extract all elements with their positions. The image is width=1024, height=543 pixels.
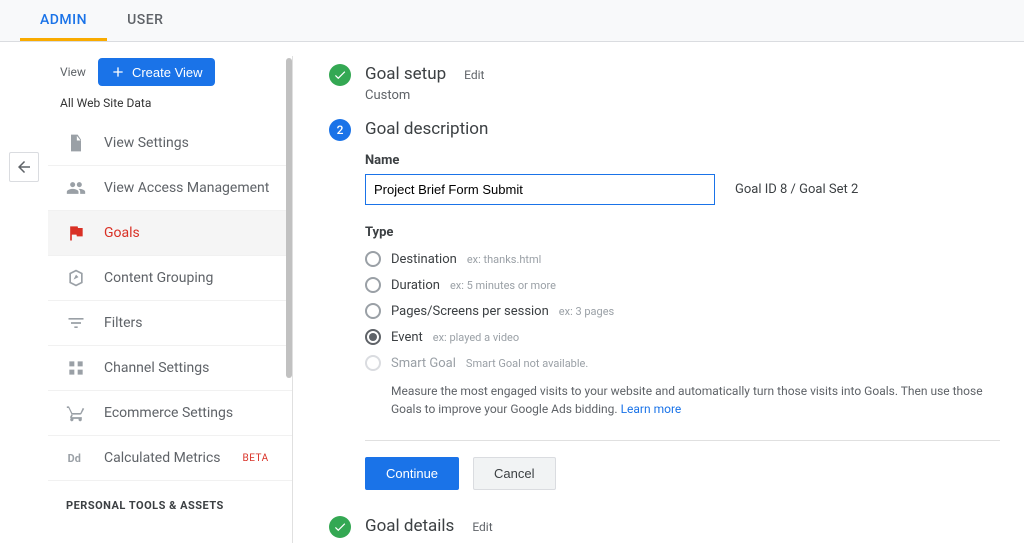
beta-badge: BETA (243, 453, 269, 464)
sidebar-item-goals[interactable]: Goals (48, 211, 292, 256)
step-current-badge: 2 (329, 119, 351, 141)
flag-icon (66, 223, 86, 243)
sidebar-section-header: PERSONAL TOOLS & ASSETS (48, 481, 292, 518)
continue-button[interactable]: Continue (365, 457, 459, 490)
check-icon (333, 68, 347, 82)
radio-label: Duration (391, 278, 440, 293)
sidebar-item-label: View Access Management (104, 180, 269, 196)
sidebar-item-label: Goals (104, 225, 140, 241)
file-icon (66, 133, 86, 153)
tab-user[interactable]: USER (107, 0, 183, 41)
radio-label: Pages/Screens per session (391, 304, 549, 319)
sidebar-item-label: Calculated Metrics (104, 450, 221, 466)
radio-example: ex: played a video (433, 331, 519, 344)
learn-more-link[interactable]: Learn more (621, 402, 682, 416)
radio-destination[interactable]: Destination ex: thanks.html (365, 246, 1000, 272)
radio-example: ex: 3 pages (559, 305, 614, 318)
svg-text:Dd: Dd (68, 452, 81, 465)
radio-icon (365, 277, 381, 293)
step-details-title: Goal details (365, 516, 454, 536)
goal-id-text: Goal ID 8 / Goal Set 2 (735, 182, 858, 197)
goal-name-input[interactable] (365, 174, 715, 205)
cart-icon (66, 403, 86, 423)
separator (365, 440, 1000, 441)
people-icon (66, 178, 86, 198)
radio-icon-disabled (365, 355, 381, 371)
sidebar-scrollbar[interactable] (286, 58, 292, 378)
tab-admin[interactable]: ADMIN (20, 0, 107, 41)
sidebar-item-calculated-metrics[interactable]: Dd Calculated Metrics BETA (48, 436, 292, 481)
cancel-button[interactable]: Cancel (473, 457, 555, 490)
view-label: View (60, 65, 86, 79)
type-field-label: Type (365, 225, 1000, 240)
sidebar-item-content-grouping[interactable]: Content Grouping (48, 256, 292, 301)
check-icon (333, 520, 347, 534)
sidebar-item-view-settings[interactable]: View Settings (48, 121, 292, 166)
radio-event[interactable]: Event ex: played a video (365, 324, 1000, 350)
radio-icon (365, 251, 381, 267)
radio-example: Smart Goal not available. (466, 357, 588, 370)
sidebar-item-filters[interactable]: Filters (48, 301, 292, 346)
sidebar-item-ecommerce[interactable]: Ecommerce Settings (48, 391, 292, 436)
step-setup-title: Goal setup (365, 64, 446, 84)
sidebar-item-channel-settings[interactable]: Channel Settings (48, 346, 292, 391)
step-setup-subtitle: Custom (365, 88, 1000, 103)
step-done-badge (329, 516, 351, 538)
step-setup-edit[interactable]: Edit (464, 68, 484, 82)
radio-label: Smart Goal (391, 356, 456, 371)
plus-icon (110, 64, 126, 80)
radio-smart-goal: Smart Goal Smart Goal not available. (365, 350, 1000, 376)
sidebar-item-label: Ecommerce Settings (104, 405, 233, 421)
create-view-label: Create View (132, 65, 203, 80)
arrow-left-icon (15, 158, 33, 176)
radio-icon-selected (365, 329, 381, 345)
radio-example: ex: 5 minutes or more (450, 279, 556, 292)
radio-pages[interactable]: Pages/Screens per session ex: 3 pages (365, 298, 1000, 324)
back-arrow-button[interactable] (9, 152, 39, 182)
channel-icon (66, 358, 86, 378)
create-view-button[interactable]: Create View (98, 58, 215, 86)
radio-example: ex: thanks.html (467, 253, 542, 266)
radio-label: Event (391, 330, 423, 345)
dd-icon: Dd (66, 448, 86, 468)
sidebar-item-label: Content Grouping (104, 270, 213, 286)
step-desc-title: Goal description (365, 119, 488, 139)
step-details-edit[interactable]: Edit (472, 520, 492, 534)
name-field-label: Name (365, 153, 1000, 168)
sidebar-item-view-access[interactable]: View Access Management (48, 166, 292, 211)
filter-icon (66, 313, 86, 333)
radio-duration[interactable]: Duration ex: 5 minutes or more (365, 272, 1000, 298)
sidebar-item-label: Filters (104, 315, 143, 331)
sidebar-item-label: Channel Settings (104, 360, 209, 376)
current-view-name[interactable]: All Web Site Data (48, 96, 292, 121)
smart-goal-description: Measure the most engaged visits to your … (391, 382, 1000, 418)
compass-icon (66, 268, 86, 288)
step-done-badge (329, 64, 351, 86)
sidebar-item-label: View Settings (104, 135, 189, 151)
radio-icon (365, 303, 381, 319)
radio-label: Destination (391, 252, 457, 267)
